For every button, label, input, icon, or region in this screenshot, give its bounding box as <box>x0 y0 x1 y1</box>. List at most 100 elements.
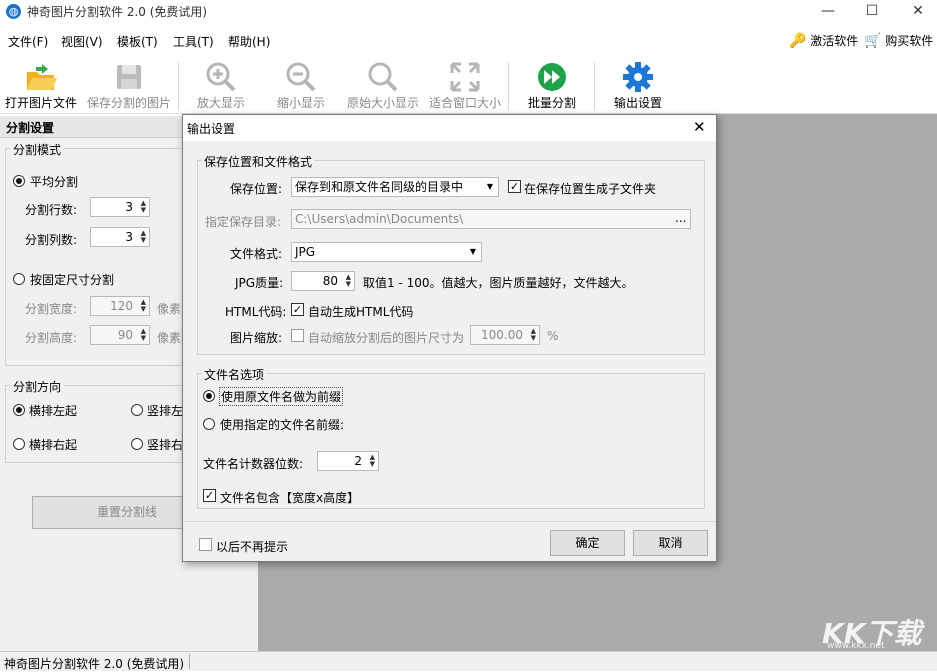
open-image-button[interactable]: 打开图片文件 <box>2 56 80 114</box>
orig-prefix-label: 使用原文件名做为前缀 <box>218 387 344 406</box>
play-icon <box>538 63 566 91</box>
width-label: 分割宽度: <box>25 302 78 316</box>
dont-show-label: 以后不再提示 <box>216 540 289 554</box>
globe-icon: ◍ <box>6 4 21 19</box>
chevron-down-icon: ▼ <box>486 182 493 191</box>
orig-prefix-radio[interactable] <box>203 390 215 402</box>
custom-prefix-label: 使用指定的文件名前缀: <box>220 418 345 432</box>
stepper-arrows-icon: ▲ ▼ <box>140 298 146 313</box>
avg-split-label: 平均分割 <box>30 175 79 189</box>
output-settings-label: 输出设置 <box>613 96 662 110</box>
counter-digits-stepper[interactable]: 2 ▲ ▼ <box>317 451 379 471</box>
jpg-quality-value: 80 <box>322 274 338 288</box>
activate-link[interactable]: 🔑 激活软件 <box>789 32 858 49</box>
dir-row-left-label: 横排左起 <box>29 404 78 418</box>
fit-window-label: 适合窗口大小 <box>428 96 501 110</box>
counter-label: 文件名计数器位数: <box>203 457 304 471</box>
dont-show-checkbox[interactable] <box>199 538 212 551</box>
width-unit: 像素 <box>157 302 182 316</box>
jpg-quality-stepper[interactable]: 80 ▲ ▼ <box>291 271 355 291</box>
dir-col-right-label: 竖排右 <box>147 438 184 452</box>
cols-stepper[interactable]: 3 ▲ ▼ <box>90 227 150 247</box>
menu-tools[interactable]: 工具(T) <box>173 33 214 50</box>
save-images-label: 保存分割的图片 <box>86 96 171 110</box>
dir-col-left-radio[interactable] <box>131 404 143 416</box>
stepper-arrows-icon: ▲ ▼ <box>140 327 146 342</box>
save-location-select[interactable]: 保存到和原文件名同级的目录中 ▼ <box>291 177 499 197</box>
batch-split-button[interactable]: 批量分割 <box>516 56 588 114</box>
menu-template[interactable]: 模板(T) <box>117 33 158 50</box>
stepper-arrows-icon: ▲ ▼ <box>530 327 536 342</box>
file-format-select[interactable]: JPG ▼ <box>291 242 482 262</box>
menu-help[interactable]: 帮助(H) <box>228 33 270 50</box>
panel-header: 分割设置 <box>6 121 55 135</box>
maximize-button[interactable]: ☐ <box>849 0 895 24</box>
fixed-split-radio[interactable] <box>13 273 25 285</box>
output-settings-dialog: 输出设置 ✕ 保存位置和文件格式 保存位置: 保存到和原文件名同级的目录中 ▼ ✓… <box>182 114 717 562</box>
rows-stepper[interactable]: 3 ▲ ▼ <box>90 197 150 217</box>
avg-split-radio[interactable] <box>13 175 25 187</box>
height-unit: 像素 <box>157 331 182 345</box>
output-settings-button[interactable]: 输出设置 <box>602 56 674 114</box>
split-mode-title: 分割模式 <box>10 141 65 158</box>
height-stepper[interactable]: 90 ▲ ▼ <box>90 325 150 345</box>
toolbar-separator <box>178 62 179 110</box>
status-divider <box>189 654 190 669</box>
subfolder-checkbox[interactable]: ✓ <box>508 180 521 193</box>
dir-row-right-radio[interactable] <box>13 438 25 450</box>
watermark-url: www.kkx.net <box>827 641 885 651</box>
scale-unit: % <box>547 329 559 343</box>
format-label: 文件格式: <box>230 247 283 261</box>
html-checkbox[interactable]: ✓ <box>291 303 304 316</box>
dialog-close-icon[interactable]: ✕ <box>693 118 706 136</box>
scale-stepper[interactable]: 100.00 ▲ ▼ <box>470 325 540 345</box>
original-size-label: 原始大小显示 <box>346 96 419 110</box>
save-disk-icon <box>117 65 141 89</box>
save-directory-value: C:\Users\admin\Documents\ <box>295 212 464 226</box>
scale-check-label: 自动缩放分割后的图片尺寸为 <box>308 331 465 345</box>
zoom-in-button[interactable]: 放大显示 <box>186 56 256 114</box>
dir-label: 指定保存目录: <box>205 215 282 229</box>
buy-link[interactable]: 🛒 购买软件 <box>864 32 933 49</box>
browse-button[interactable]: ... <box>675 211 686 225</box>
menu-file[interactable]: 文件(F) <box>8 33 48 50</box>
scale-checkbox[interactable] <box>291 329 304 342</box>
chevron-down-icon: ▼ <box>469 247 476 256</box>
zoom-out-button[interactable]: 缩小显示 <box>266 56 336 114</box>
ok-button[interactable]: 确定 <box>550 530 625 556</box>
dir-row-left-radio[interactable] <box>13 404 25 416</box>
close-button[interactable]: ✕ <box>895 0 937 24</box>
dir-row-right-label: 横排右起 <box>29 438 78 452</box>
stepper-arrows-icon: ▲ ▼ <box>345 273 351 288</box>
key-icon: 🔑 <box>789 33 807 49</box>
fixed-split-label: 按固定尺寸分割 <box>30 273 115 287</box>
dir-col-right-radio[interactable] <box>131 438 143 450</box>
cols-value: 3 <box>125 230 133 244</box>
cancel-button[interactable]: 取消 <box>633 530 708 556</box>
custom-prefix-radio[interactable] <box>203 418 215 430</box>
save-directory-input[interactable]: C:\Users\admin\Documents\ <box>291 209 691 229</box>
menu-view[interactable]: 视图(V) <box>61 33 103 50</box>
include-size-label: 文件名包含【宽度x高度】 <box>220 491 360 505</box>
original-size-button[interactable]: 原始大小显示 <box>344 56 422 114</box>
include-size-checkbox[interactable]: ✓ <box>203 489 216 502</box>
zoom-in-label: 放大显示 <box>196 96 245 110</box>
stepper-arrows-icon: ▲ ▼ <box>140 199 146 214</box>
rows-label: 分割行数: <box>25 203 78 217</box>
save-images-button[interactable]: 保存分割的图片 <box>82 56 176 114</box>
width-stepper[interactable]: 120 ▲ ▼ <box>90 296 150 316</box>
fit-window-button[interactable]: 适合窗口大小 <box>426 56 504 114</box>
counter-digits-value: 2 <box>354 454 362 468</box>
batch-split-label: 批量分割 <box>527 96 576 110</box>
zoom-out-label: 缩小显示 <box>276 96 325 110</box>
filename-options-title: 文件名选项 <box>202 366 267 383</box>
save-location-value: 保存到和原文件名同级的目录中 <box>295 180 464 194</box>
stepper-arrows-icon: ▲ ▼ <box>369 453 375 468</box>
open-image-label: 打开图片文件 <box>4 96 77 110</box>
fit-window-icon <box>450 62 480 92</box>
window-title: 神奇图片分割软件 2.0 (免费试用) <box>27 5 208 19</box>
toolbar: 打开图片文件 保存分割的图片 放大显示 缩小显示 原始大小显示 适合窗口大小 批… <box>0 56 937 114</box>
minimize-button[interactable]: — <box>805 0 851 24</box>
stepper-arrows-icon: ▲ ▼ <box>140 229 146 244</box>
split-direction-title: 分割方向 <box>10 378 65 395</box>
